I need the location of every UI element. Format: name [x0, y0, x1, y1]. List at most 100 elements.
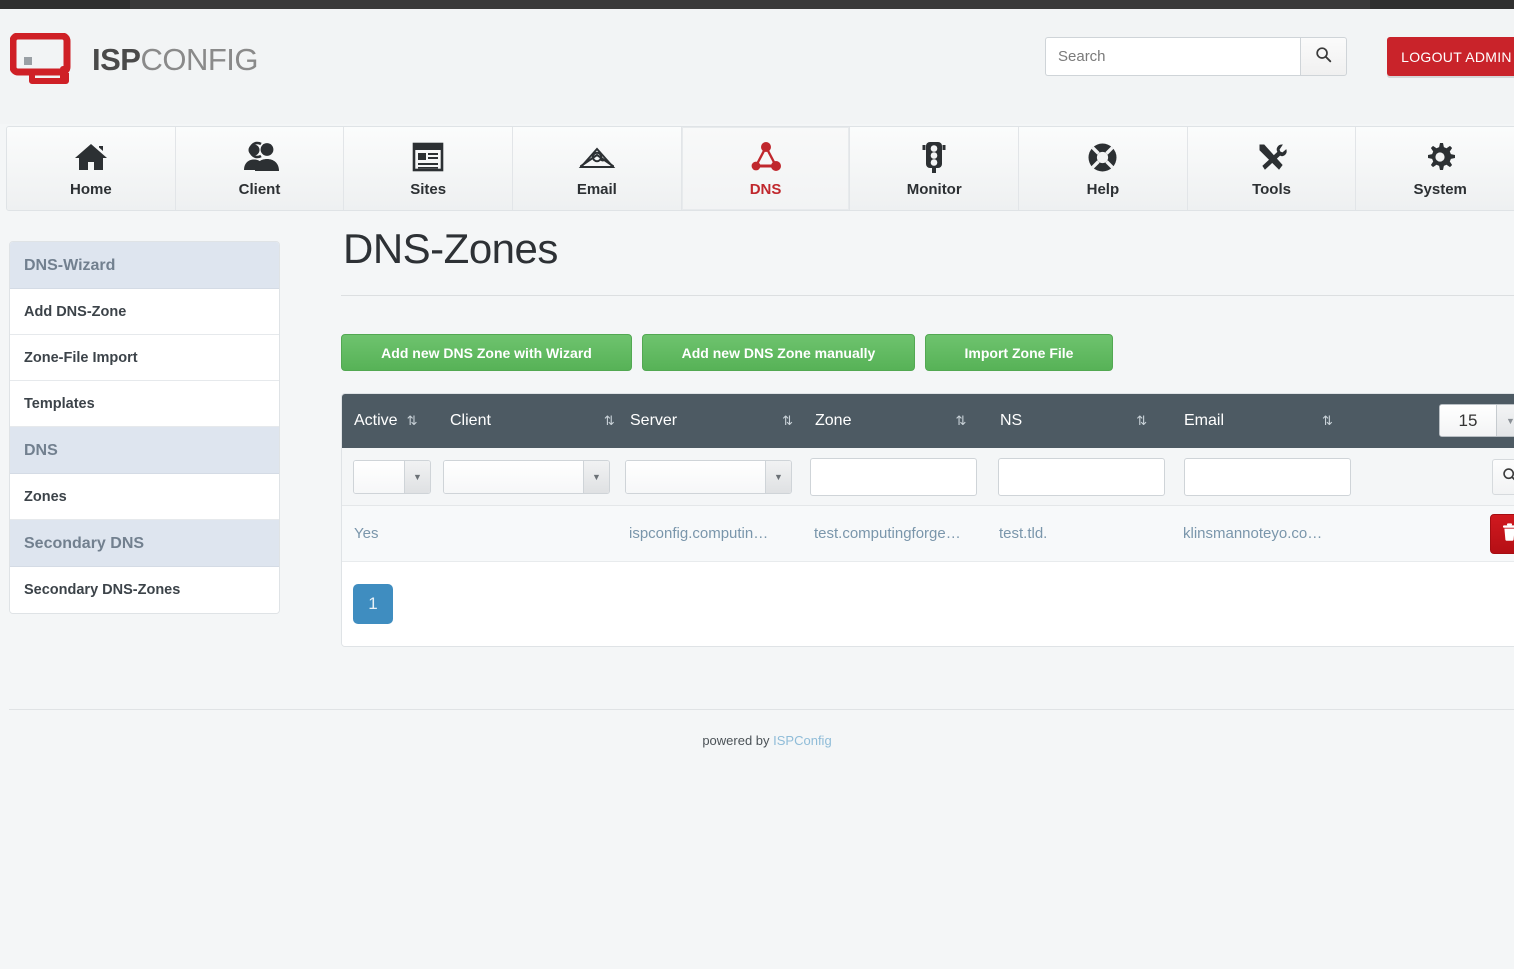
sidebar-item-add-dns-zone[interactable]: Add DNS-Zone	[10, 289, 279, 335]
page-header: ISPCONFIG LOGOUT ADMIN	[0, 9, 1514, 124]
sort-updown-icon-server[interactable]: ⇅	[782, 413, 793, 429]
search-icon-filter	[1502, 467, 1514, 488]
cell-ns[interactable]: test.tld.	[999, 525, 1183, 542]
sort-updown-icon-active[interactable]: ⇅	[407, 413, 418, 429]
filter-select-client-value	[444, 461, 583, 493]
nav-item-dns[interactable]: DNS	[682, 127, 851, 210]
sort-updown-icon-client[interactable]: ⇅	[604, 413, 615, 429]
nav-label-monitor: Monitor	[907, 181, 962, 198]
top-strip	[0, 0, 1514, 9]
filter-input-email[interactable]	[1184, 458, 1351, 496]
footer-prefix: powered by	[702, 733, 773, 748]
sidebar-item-zones[interactable]: Zones	[10, 474, 279, 520]
ispconfig-logo[interactable]: ISPCONFIG	[10, 33, 258, 85]
column-label-client: Client	[450, 412, 491, 430]
add-dns-zone-manually-button[interactable]: Add new DNS Zone manually	[642, 334, 915, 371]
lifebuoy-icon	[1086, 139, 1119, 175]
filter-select-server[interactable]: ▼	[625, 460, 792, 494]
nav-item-tools[interactable]: Tools	[1188, 127, 1357, 210]
column-header-email[interactable]: Email ⇅	[1184, 412, 1368, 430]
nav-label-system: System	[1414, 181, 1467, 198]
filter-input-zone[interactable]	[810, 458, 977, 496]
page-title: DNS-Zones	[341, 225, 1514, 295]
tools-icon	[1255, 139, 1289, 175]
nav-item-help[interactable]: Help	[1019, 127, 1188, 210]
title-divider	[341, 295, 1514, 296]
logo-isp-text: ISP	[92, 42, 140, 77]
nav-item-home[interactable]: Home	[7, 127, 176, 210]
pagination-page-1[interactable]: 1	[353, 584, 393, 624]
column-header-server[interactable]: Server ⇅	[630, 412, 815, 430]
nav-item-system[interactable]: System	[1356, 127, 1514, 210]
column-header-client[interactable]: Client ⇅	[450, 412, 630, 430]
sidebar-group-header-dns: DNS	[10, 427, 279, 474]
nav-label-sites: Sites	[410, 181, 446, 198]
cell-active[interactable]: Yes	[354, 525, 629, 542]
main-navigation: Home Client S	[6, 126, 1514, 211]
filter-select-client[interactable]: ▼	[443, 460, 610, 494]
search-button[interactable]	[1300, 37, 1347, 76]
logo-config-text: CONFIG	[140, 42, 258, 77]
logo-wordmark: ISPCONFIG	[92, 44, 258, 75]
nav-item-email[interactable]: Email	[513, 127, 682, 210]
sidebar: DNS-Wizard Add DNS-Zone Zone-File Import…	[9, 241, 280, 614]
top-strip-inner	[130, 0, 1370, 9]
chevron-down-icon-filter-client[interactable]: ▼	[583, 461, 609, 493]
page-size-value: 15	[1440, 405, 1496, 436]
sidebar-group-header-dns-wizard: DNS-Wizard	[10, 242, 279, 289]
sort-updown-icon-zone[interactable]: ⇅	[955, 413, 966, 429]
sidebar-item-templates[interactable]: Templates	[10, 381, 279, 427]
nav-item-sites[interactable]: Sites	[344, 127, 513, 210]
nav-label-home: Home	[70, 181, 112, 198]
page-size-select[interactable]: 15 ▼	[1439, 404, 1514, 437]
gear-icon	[1424, 139, 1456, 175]
traffic-light-icon	[921, 139, 947, 175]
nav-item-monitor[interactable]: Monitor	[850, 127, 1019, 210]
nav-item-client[interactable]: Client	[176, 127, 345, 210]
footer-divider	[9, 709, 1514, 710]
action-button-row: Add new DNS Zone with Wizard Add new DNS…	[341, 334, 1514, 371]
sidebar-item-secondary-dns-zones[interactable]: Secondary DNS-Zones	[10, 567, 279, 613]
add-dns-zone-wizard-button[interactable]: Add new DNS Zone with Wizard	[341, 334, 632, 371]
chevron-down-icon-page-size[interactable]: ▼	[1496, 405, 1514, 436]
import-zone-file-button[interactable]: Import Zone File	[925, 334, 1113, 371]
column-label-zone: Zone	[815, 412, 851, 430]
cell-zone[interactable]: test.computingforge…	[814, 525, 999, 542]
sort-updown-icon-ns[interactable]: ⇅	[1136, 413, 1147, 429]
nav-label-client: Client	[239, 181, 281, 198]
cell-server[interactable]: ispconfig.computin…	[629, 525, 814, 542]
home-icon	[73, 139, 109, 175]
table-pagination: 1	[342, 562, 1514, 646]
sidebar-group-header-secondary-dns: Secondary DNS	[10, 520, 279, 567]
column-label-active: Active	[354, 412, 398, 430]
nav-label-email: Email	[577, 181, 617, 198]
filter-select-active[interactable]: ▼	[353, 460, 431, 494]
nav-label-tools: Tools	[1252, 181, 1291, 198]
users-icon	[241, 139, 279, 175]
column-label-server: Server	[630, 412, 677, 430]
table-filter-row: ▼ ▼ ▼	[342, 448, 1514, 506]
envelope-at-icon	[578, 139, 616, 175]
dns-zones-table: Active ⇅ Client ⇅ Server ⇅ Zone ⇅ NS ⇅ E…	[341, 393, 1514, 647]
logout-button[interactable]: LOGOUT ADMIN	[1387, 37, 1514, 76]
chevron-down-icon-filter-active[interactable]: ▼	[404, 461, 430, 493]
search-input[interactable]	[1045, 37, 1300, 76]
sidebar-item-zone-file-import[interactable]: Zone-File Import	[10, 335, 279, 381]
column-header-active[interactable]: Active ⇅	[354, 412, 450, 430]
table-row[interactable]: Yes ispconfig.computin… test.computingfo…	[342, 506, 1514, 562]
ispconfig-monitor-logo-icon	[10, 33, 82, 85]
browser-icon	[412, 139, 444, 175]
filter-select-server-value	[626, 461, 765, 493]
column-header-ns[interactable]: NS ⇅	[1000, 412, 1184, 430]
cell-email[interactable]: klinsmannoteyo.co…	[1183, 525, 1367, 542]
chevron-down-icon-filter-server[interactable]: ▼	[765, 461, 791, 493]
sort-updown-icon-email[interactable]: ⇅	[1322, 413, 1333, 429]
nav-label-help: Help	[1087, 181, 1120, 198]
delete-row-button[interactable]	[1490, 514, 1514, 554]
filter-input-ns[interactable]	[998, 458, 1165, 496]
trash-icon	[1502, 523, 1514, 546]
network-nodes-icon	[748, 139, 784, 175]
column-header-zone[interactable]: Zone ⇅	[815, 412, 1000, 430]
filter-search-button[interactable]	[1492, 459, 1514, 495]
footer-ispconfig-link[interactable]: ISPConfig	[773, 733, 832, 748]
